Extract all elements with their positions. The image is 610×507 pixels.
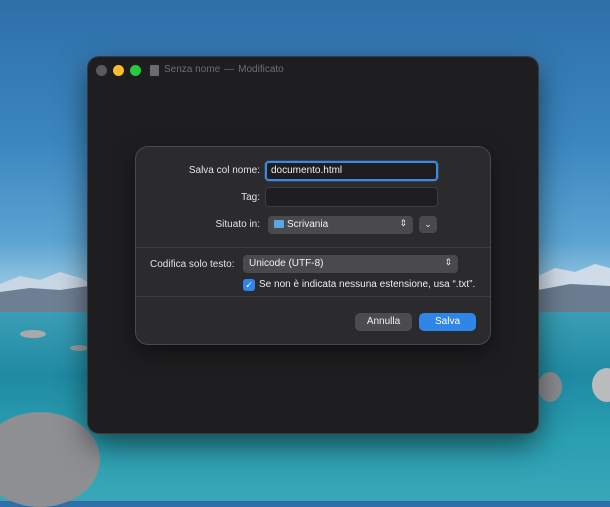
expand-dialog-button[interactable]: ⌄ [419,216,437,233]
chevron-down-icon: ⌄ [424,219,432,229]
location-popup-value: Scrivania [287,219,329,230]
window-title-text: Senza nome [164,64,221,75]
desktop-rock [538,372,562,402]
save-dialog: Salva col nome: documento.html Tag: Situ… [136,147,490,344]
desktop-rock [70,345,88,351]
minimize-window-button[interactable] [113,65,124,76]
zoom-window-button[interactable] [130,65,141,76]
filename-field[interactable]: documento.html [265,161,438,181]
encoding-popup-value: Unicode (UTF-8) [249,258,324,269]
txt-extension-checkbox[interactable]: ✓ [243,279,255,291]
dialog-separator [136,247,490,248]
tags-field[interactable] [265,187,438,207]
document-icon [150,65,159,76]
window-title: Senza nome — Modificato [164,64,284,75]
encoding-label: Codifica solo testo: [150,259,235,270]
cancel-button[interactable]: Annulla [355,313,412,331]
location-label: Situato in: [215,219,260,230]
save-as-label: Salva col nome: [188,165,260,176]
window-status-text: Modificato [238,64,284,75]
chevron-updown-icon: ⇕ [444,257,452,267]
dialog-separator [136,296,490,297]
save-button[interactable]: Salva [419,313,476,331]
desktop-rock [0,412,100,507]
desktop-rock [20,330,46,338]
close-window-button[interactable] [96,65,107,76]
chevron-updown-icon: ⇕ [399,218,407,228]
title-separator: — [224,64,235,75]
tags-label: Tag: [241,192,260,203]
txt-extension-label: Se non è indicata nessuna estensione, us… [259,279,476,290]
checkmark-icon: ✓ [245,280,253,290]
location-popup[interactable]: Scrivania ⇕ [268,216,413,234]
folder-icon [274,220,284,228]
desktop-rock [592,368,610,402]
window-titlebar[interactable]: Senza nome — Modificato [88,57,538,83]
encoding-popup[interactable]: Unicode (UTF-8) ⇕ [243,255,458,273]
